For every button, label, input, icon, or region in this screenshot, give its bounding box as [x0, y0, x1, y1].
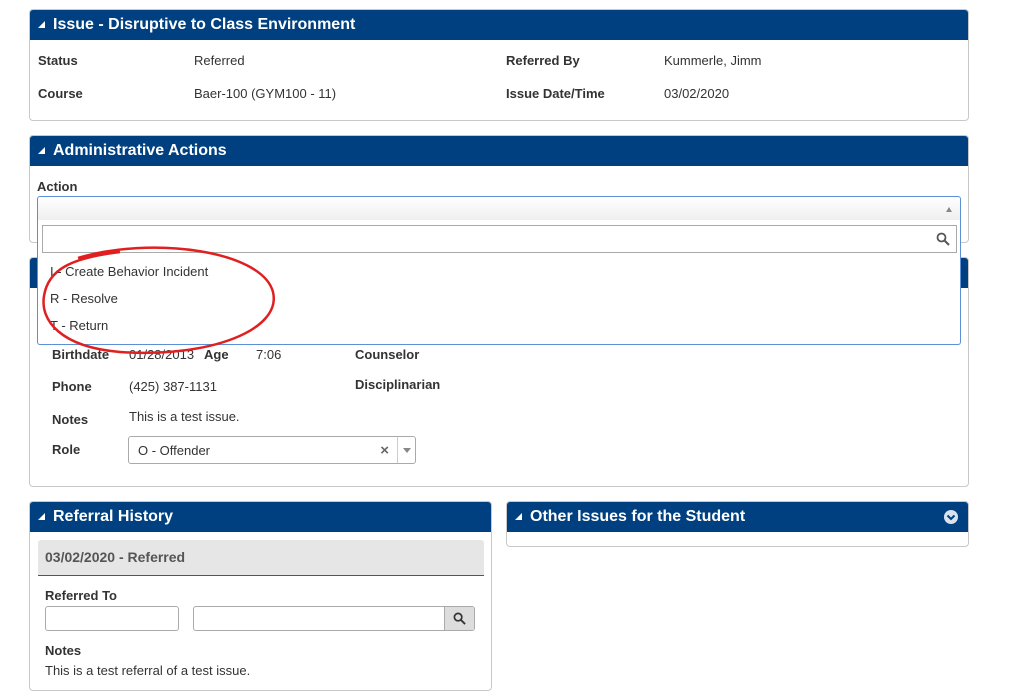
- collapse-triangle-icon[interactable]: [38, 513, 45, 520]
- birthdate-value: 01/28/2013: [129, 347, 195, 362]
- notes-value: This is a test issue.: [129, 409, 240, 424]
- course-value: Baer-100 (GYM100 - 11): [194, 86, 337, 101]
- issue-date-label: Issue Date/Time: [506, 86, 605, 101]
- action-option[interactable]: I - Create Behavior Incident: [50, 264, 208, 279]
- referral-notes-label: Notes: [45, 643, 82, 658]
- action-option[interactable]: T - Return: [50, 318, 108, 333]
- action-dropdown-list: I - Create Behavior Incident R - Resolve…: [37, 220, 961, 345]
- issue-date-value: 03/02/2020: [664, 86, 730, 101]
- referral-history-header[interactable]: Referral History: [30, 502, 491, 532]
- issue-panel-header[interactable]: Issue - Disruptive to Class Environment: [30, 10, 968, 40]
- referral-history-title: Referral History: [53, 508, 174, 525]
- collapse-triangle-icon[interactable]: [515, 513, 522, 520]
- phone-label: Phone: [52, 379, 92, 394]
- action-option[interactable]: R - Resolve: [50, 291, 118, 306]
- search-icon: [936, 232, 950, 246]
- age-value: 7:06: [256, 347, 282, 362]
- other-issues-panel: Other Issues for the Student: [506, 501, 969, 547]
- referred-to-label: Referred To: [45, 588, 117, 603]
- collapse-triangle-icon[interactable]: [38, 21, 45, 28]
- notes-label: Notes: [52, 412, 89, 427]
- phone-value: (425) 387-1131: [129, 379, 217, 394]
- referral-notes-value: This is a test referral of a test issue.: [45, 663, 251, 678]
- other-issues-header[interactable]: Other Issues for the Student: [507, 502, 968, 532]
- status-value: Referred: [194, 53, 245, 68]
- lookup-search-button[interactable]: [444, 607, 474, 630]
- course-label: Course: [38, 86, 83, 101]
- clear-icon[interactable]: ×: [380, 442, 389, 459]
- search-icon: [453, 612, 466, 625]
- select-divider: [397, 437, 398, 463]
- role-select-value: O - Offender: [138, 443, 211, 458]
- counselor-label: Counselor: [355, 347, 420, 362]
- status-label: Status: [38, 53, 78, 68]
- action-select[interactable]: [37, 196, 961, 221]
- referred-by-label: Referred By: [506, 53, 580, 68]
- issue-panel: Issue - Disruptive to Class Environment …: [29, 9, 969, 121]
- referred-by-value: Kummerle, Jimm: [664, 53, 762, 68]
- admin-actions-header[interactable]: Administrative Actions: [30, 136, 968, 166]
- chevron-up-icon[interactable]: [946, 207, 952, 212]
- disciplinarian-label: Disciplinarian: [355, 377, 441, 392]
- referral-history-panel: Referral History 03/02/2020 - Referred R…: [29, 501, 492, 691]
- admin-actions-title: Administrative Actions: [53, 142, 227, 159]
- referral-entry-title: 03/02/2020 - Referred: [45, 549, 186, 565]
- action-search-input[interactable]: [42, 225, 957, 253]
- action-label: Action: [37, 179, 78, 194]
- referred-to-lookup-input[interactable]: [193, 606, 475, 631]
- other-issues-title: Other Issues for the Student: [530, 508, 746, 525]
- chevron-down-icon[interactable]: [403, 448, 411, 453]
- role-select[interactable]: O - Offender ×: [128, 436, 416, 464]
- collapse-triangle-icon[interactable]: [38, 147, 45, 154]
- birthdate-label: Birthdate: [52, 347, 110, 362]
- issue-panel-title: Issue - Disruptive to Class Environment: [53, 16, 356, 33]
- referral-entry-header: 03/02/2020 - Referred: [38, 540, 484, 576]
- referred-to-input[interactable]: [45, 606, 179, 631]
- age-label: Age: [204, 347, 229, 362]
- role-label: Role: [52, 442, 81, 457]
- circle-chevron-down-icon[interactable]: [944, 510, 958, 524]
